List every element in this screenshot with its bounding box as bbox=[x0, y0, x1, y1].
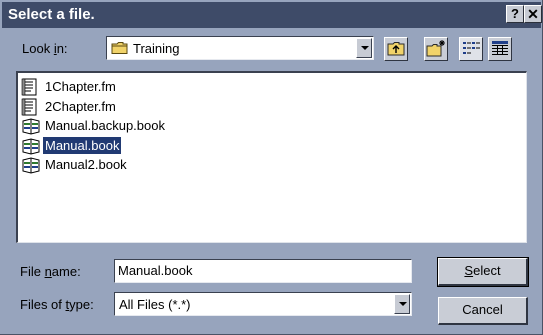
file-list-item[interactable]: 1Chapter.fm bbox=[21, 77, 221, 96]
file-name-label: File name: bbox=[20, 264, 81, 279]
cancel-button[interactable]: Cancel bbox=[438, 297, 528, 325]
file-name-text: Manual.book bbox=[43, 136, 122, 154]
file-list-item[interactable]: 2Chapter.fm bbox=[21, 97, 221, 116]
folder-icon bbox=[111, 42, 128, 54]
select-button-label: elect bbox=[473, 263, 501, 278]
file-name-text: Manual2.book bbox=[45, 157, 127, 172]
close-button[interactable]: ✕ bbox=[524, 5, 542, 23]
folder-up-icon bbox=[387, 42, 405, 56]
file-type-label-text: Files of bbox=[20, 297, 66, 312]
file-list-item[interactable]: Manual.backup.book bbox=[21, 116, 221, 135]
frame-document-icon bbox=[21, 78, 37, 96]
select-button[interactable]: Select bbox=[437, 257, 529, 287]
select-button-accelerator: S bbox=[464, 263, 474, 278]
list-view-icon bbox=[463, 42, 480, 54]
file-list-item[interactable]: Manual.book bbox=[21, 136, 221, 155]
chevron-down-icon[interactable] bbox=[394, 294, 410, 314]
list-view-button[interactable] bbox=[459, 37, 483, 61]
file-name-label-text: File bbox=[20, 264, 45, 279]
file-name-text: 2Chapter.fm bbox=[45, 98, 116, 114]
window-title: Select a file. bbox=[8, 6, 95, 23]
file-type-label: Files of type: bbox=[20, 297, 94, 312]
up-one-level-button[interactable] bbox=[384, 37, 408, 61]
book-icon bbox=[22, 137, 40, 155]
file-name-input[interactable]: Manual.book bbox=[114, 259, 412, 283]
new-folder-button[interactable] bbox=[424, 37, 448, 61]
title-bar[interactable]: Select a file. ? ✕ bbox=[2, 2, 542, 28]
frame-document-icon bbox=[21, 98, 37, 115]
file-list[interactable]: 1Chapter.fm 2Chapter.fm Manual.backup.book… bbox=[16, 71, 527, 243]
new-folder-icon bbox=[426, 40, 445, 57]
file-type-dropdown[interactable]: All Files (*.*) bbox=[114, 292, 412, 316]
file-name-label-text-end: ame: bbox=[51, 264, 81, 279]
book-icon bbox=[22, 118, 40, 135]
details-view-icon bbox=[492, 41, 508, 55]
file-name-text: 1Chapter.fm bbox=[45, 79, 116, 94]
file-type-label-text-end: ype: bbox=[69, 297, 94, 312]
details-view-button[interactable] bbox=[488, 37, 512, 61]
file-name-label-accelerator: n bbox=[44, 264, 52, 279]
chevron-down-icon[interactable] bbox=[356, 38, 372, 58]
file-select-dialog: Select a file. ? ✕ Look in: Training 1Ch… bbox=[0, 0, 543, 335]
book-icon bbox=[22, 157, 40, 174]
look-in-label-text: Look bbox=[22, 41, 54, 56]
file-type-value: All Files (*.*) bbox=[119, 297, 191, 312]
file-list-item[interactable]: Manual2.book bbox=[21, 155, 221, 174]
look-in-label-text-end: n: bbox=[56, 41, 68, 56]
look-in-dropdown[interactable]: Training bbox=[106, 36, 374, 60]
help-button[interactable]: ? bbox=[506, 5, 524, 23]
look-in-value: Training bbox=[133, 41, 180, 56]
look-in-label: Look in: bbox=[22, 41, 68, 56]
file-name-text: Manual.backup.book bbox=[45, 118, 165, 133]
